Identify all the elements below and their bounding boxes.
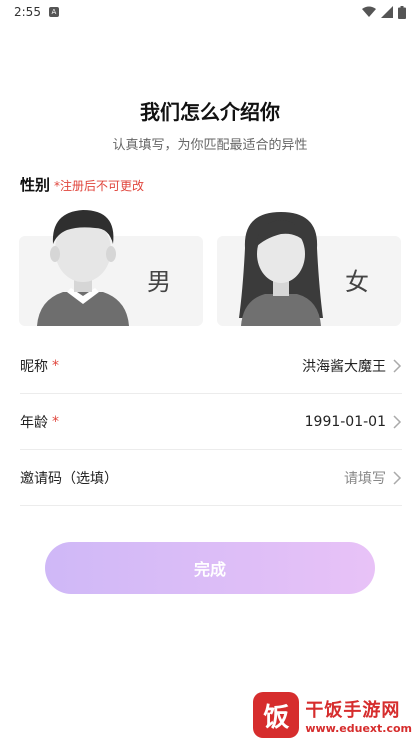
male-label: 男 xyxy=(147,268,171,296)
page-title: 我们怎么介绍你 xyxy=(140,100,280,124)
age-row[interactable]: 年龄 * 1991-01-01 xyxy=(20,394,402,450)
watermark-url: www.eduext.com xyxy=(305,721,412,735)
status-icons xyxy=(362,5,406,19)
male-avatar-icon xyxy=(37,210,129,326)
finish-button[interactable]: 完成 xyxy=(45,542,375,594)
notification-icon: A xyxy=(48,7,59,17)
age-label: 年龄 xyxy=(20,414,48,431)
chevron-right-icon xyxy=(393,414,402,429)
gender-note: *注册后不可更改 xyxy=(54,179,145,193)
watermark-text: 干饭手游网 www.eduext.com xyxy=(305,696,412,735)
nickname-value: 洪海酱大魔王 xyxy=(302,358,386,375)
female-avatar-icon xyxy=(239,212,323,326)
nickname-label: 昵称 xyxy=(20,358,48,375)
chevron-right-icon xyxy=(393,358,402,373)
invite-code-input[interactable]: 请填写 xyxy=(344,468,386,488)
invite-code-label: 邀请码（选填） xyxy=(20,470,118,487)
gender-section-header: 性别 *注册后不可更改 xyxy=(20,174,144,195)
chevron-right-icon xyxy=(393,470,402,485)
watermark-logo-icon: 饭 xyxy=(253,692,300,738)
age-value: 1991-01-01 xyxy=(304,413,386,430)
invite-code-row[interactable]: 邀请码（选填） 请填写 xyxy=(20,450,402,506)
status-time: 2:55 xyxy=(14,5,41,19)
nickname-required-mark: * xyxy=(52,357,59,374)
status-bar: 2:55 A xyxy=(0,0,420,24)
watermark: 饭 干饭手游网 www.eduext.com xyxy=(253,692,412,738)
gender-option-male[interactable]: 男 xyxy=(19,210,203,326)
wifi-icon xyxy=(362,6,376,17)
nickname-row[interactable]: 昵称 * 洪海酱大魔王 xyxy=(20,338,402,394)
female-label: 女 xyxy=(345,268,369,296)
signal-icon xyxy=(381,6,393,18)
gender-option-female[interactable]: 女 xyxy=(217,212,401,326)
gender-label: 性别 xyxy=(20,176,51,194)
battery-icon xyxy=(398,5,406,19)
profile-form: 昵称 * 洪海酱大魔王 年龄 * 1991-01-01 邀请码（选填） 请填写 xyxy=(20,338,402,506)
page-subtitle: 认真填写，为你匹配最适合的异性 xyxy=(112,138,308,153)
watermark-title: 干饭手游网 xyxy=(305,699,401,721)
age-required-mark: * xyxy=(52,413,59,430)
